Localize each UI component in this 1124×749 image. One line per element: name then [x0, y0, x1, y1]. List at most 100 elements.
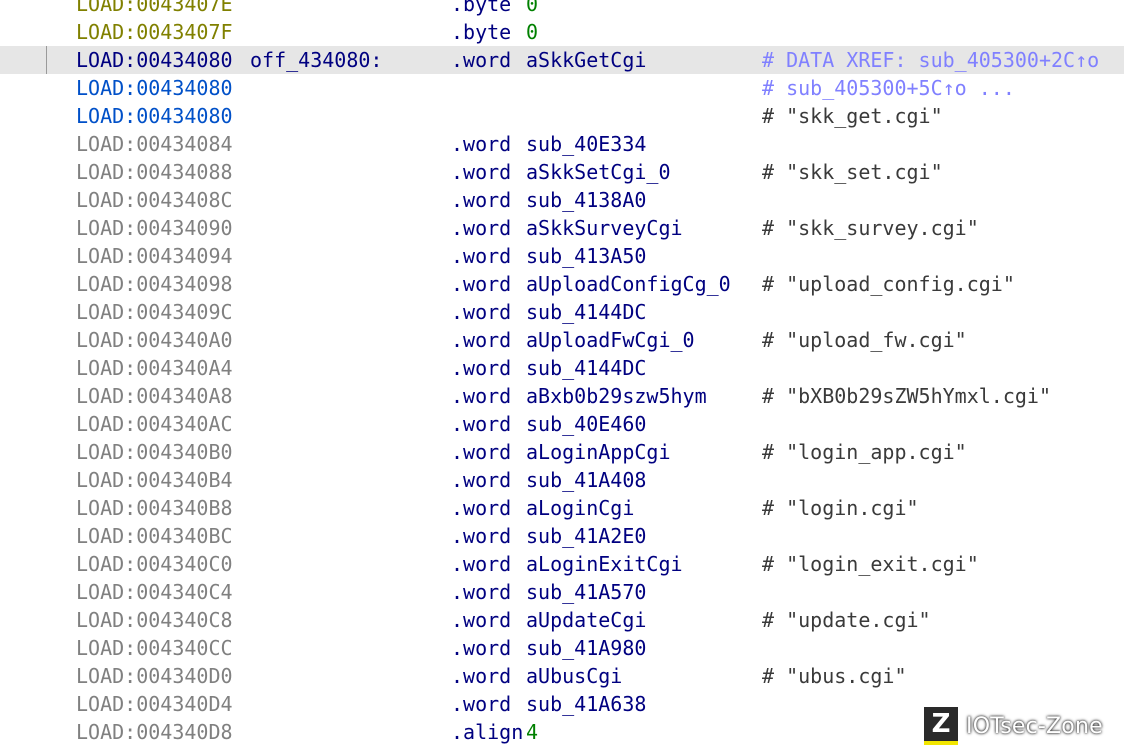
- line-operand[interactable]: aLoginExitCgi: [526, 550, 683, 578]
- listing-line[interactable]: LOAD:00434080 # sub_405300+5C↑o ...: [0, 74, 1124, 102]
- line-mnemonic[interactable]: .word: [451, 298, 511, 326]
- line-operand[interactable]: sub_40E460: [526, 410, 646, 438]
- line-operand[interactable]: 0: [526, 0, 538, 18]
- line-address[interactable]: LOAD:004340D4: [76, 690, 233, 718]
- line-mnemonic[interactable]: .byte: [451, 0, 511, 18]
- line-address[interactable]: LOAD:0043409C: [76, 298, 233, 326]
- line-address[interactable]: LOAD:004340B4: [76, 466, 233, 494]
- line-operand[interactable]: aUbusCgi: [526, 662, 622, 690]
- line-operand[interactable]: 0: [526, 18, 538, 46]
- line-operand[interactable]: aSkkGetCgi: [526, 46, 646, 74]
- listing-line-selected[interactable]: LOAD:00434080 off_434080: .word aSkkGetCgi #…: [0, 46, 1124, 74]
- line-mnemonic[interactable]: .word: [451, 606, 511, 634]
- listing-line[interactable]: LOAD:0043407F .byte 0: [0, 18, 1124, 46]
- line-mnemonic[interactable]: .word: [451, 382, 511, 410]
- listing-line[interactable]: LOAD:0043408C .word sub_4138A0: [0, 186, 1124, 214]
- line-mnemonic[interactable]: .word: [451, 578, 511, 606]
- line-operand[interactable]: sub_4144DC: [526, 298, 646, 326]
- line-operand[interactable]: aUploadFwCgi_0: [526, 326, 695, 354]
- line-operand[interactable]: aUploadConfigCg_0: [526, 270, 731, 298]
- line-address[interactable]: LOAD:00434084: [76, 130, 233, 158]
- line-operand[interactable]: 4: [526, 718, 538, 746]
- line-operand[interactable]: sub_4138A0: [526, 186, 646, 214]
- listing-line[interactable]: LOAD:004340C4 .word sub_41A570: [0, 578, 1124, 606]
- line-address[interactable]: LOAD:004340A0: [76, 326, 233, 354]
- line-operand[interactable]: aSkkSetCgi_0: [526, 158, 671, 186]
- line-address[interactable]: LOAD:0043408C: [76, 186, 233, 214]
- line-address[interactable]: LOAD:00434080: [76, 74, 233, 102]
- line-address[interactable]: LOAD:0043407F: [76, 18, 233, 46]
- line-operand[interactable]: aBxb0b29szw5hym: [526, 382, 707, 410]
- line-mnemonic[interactable]: .word: [451, 494, 511, 522]
- line-address[interactable]: LOAD:004340AC: [76, 410, 233, 438]
- line-operand[interactable]: sub_41A2E0: [526, 522, 646, 550]
- line-address[interactable]: LOAD:00434080: [76, 46, 233, 74]
- line-address[interactable]: LOAD:0043407E: [76, 0, 233, 18]
- line-address[interactable]: LOAD:00434080: [76, 102, 233, 130]
- line-address[interactable]: LOAD:004340D8: [76, 718, 233, 746]
- line-mnemonic[interactable]: .word: [451, 46, 511, 74]
- line-address[interactable]: LOAD:004340C4: [76, 578, 233, 606]
- listing-line[interactable]: LOAD:004340AC .word sub_40E460: [0, 410, 1124, 438]
- listing-line[interactable]: LOAD:00434094 .word sub_413A50: [0, 242, 1124, 270]
- line-address[interactable]: LOAD:00434088: [76, 158, 233, 186]
- line-mnemonic[interactable]: .word: [451, 438, 511, 466]
- line-mnemonic[interactable]: .align: [451, 718, 523, 746]
- line-address[interactable]: LOAD:004340CC: [76, 634, 233, 662]
- line-mnemonic[interactable]: .word: [451, 186, 511, 214]
- listing-line[interactable]: LOAD:00434080 # "skk_get.cgi": [0, 102, 1124, 130]
- line-address[interactable]: LOAD:004340B0: [76, 438, 233, 466]
- line-address[interactable]: LOAD:004340A4: [76, 354, 233, 382]
- line-address[interactable]: LOAD:004340BC: [76, 522, 233, 550]
- listing-line[interactable]: LOAD:00434084 .word sub_40E334: [0, 130, 1124, 158]
- line-operand[interactable]: aLoginCgi: [526, 494, 634, 522]
- listing-line[interactable]: LOAD:004340C8 .word aUpdateCgi # "update.cg…: [0, 606, 1124, 634]
- line-label[interactable]: off_434080:: [250, 46, 382, 74]
- line-operand[interactable]: aUpdateCgi: [526, 606, 646, 634]
- listing-line[interactable]: LOAD:004340A0 .word aUploadFwCgi_0 # "uploa…: [0, 326, 1124, 354]
- line-operand[interactable]: aSkkSurveyCgi: [526, 214, 683, 242]
- listing-line[interactable]: LOAD:00434090 .word aSkkSurveyCgi # "skk_su…: [0, 214, 1124, 242]
- line-mnemonic[interactable]: .word: [451, 130, 511, 158]
- line-operand[interactable]: sub_41A980: [526, 634, 646, 662]
- line-address[interactable]: LOAD:004340B8: [76, 494, 233, 522]
- listing-line[interactable]: LOAD:004340BC .word sub_41A2E0: [0, 522, 1124, 550]
- line-mnemonic[interactable]: .word: [451, 634, 511, 662]
- line-address[interactable]: LOAD:004340A8: [76, 382, 233, 410]
- line-operand[interactable]: sub_41A638: [526, 690, 646, 718]
- line-mnemonic[interactable]: .word: [451, 270, 511, 298]
- line-address[interactable]: LOAD:004340C0: [76, 550, 233, 578]
- listing-line[interactable]: LOAD:004340A8 .word aBxb0b29szw5hym # "bXB0…: [0, 382, 1124, 410]
- line-address[interactable]: LOAD:00434094: [76, 242, 233, 270]
- line-operand[interactable]: sub_40E334: [526, 130, 646, 158]
- disassembly-listing[interactable]: LOAD:0043407E .byte 0 LOAD:0043407F .byte 0 LO…: [0, 0, 1124, 746]
- line-mnemonic[interactable]: .word: [451, 242, 511, 270]
- line-mnemonic[interactable]: .word: [451, 410, 511, 438]
- line-operand[interactable]: sub_41A408: [526, 466, 646, 494]
- line-mnemonic[interactable]: .word: [451, 690, 511, 718]
- line-mnemonic[interactable]: .word: [451, 354, 511, 382]
- line-operand[interactable]: sub_41A570: [526, 578, 646, 606]
- listing-line[interactable]: LOAD:004340B8 .word aLoginCgi # "login.cgi": [0, 494, 1124, 522]
- listing-line[interactable]: LOAD:004340B4 .word sub_41A408: [0, 466, 1124, 494]
- line-address[interactable]: LOAD:004340C8: [76, 606, 233, 634]
- listing-line[interactable]: LOAD:004340B0 .word aLoginAppCgi # "login_a…: [0, 438, 1124, 466]
- listing-line[interactable]: LOAD:00434088 .word aSkkSetCgi_0 # "skk_set…: [0, 158, 1124, 186]
- listing-line[interactable]: LOAD:004340CC .word sub_41A980: [0, 634, 1124, 662]
- line-mnemonic[interactable]: .word: [451, 466, 511, 494]
- line-mnemonic[interactable]: .byte: [451, 18, 511, 46]
- listing-line[interactable]: LOAD:00434098 .word aUploadConfigCg_0 # "up…: [0, 270, 1124, 298]
- line-address[interactable]: LOAD:00434090: [76, 214, 233, 242]
- listing-line[interactable]: LOAD:0043407E .byte 0: [0, 0, 1124, 18]
- line-address[interactable]: LOAD:00434098: [76, 270, 233, 298]
- line-mnemonic[interactable]: .word: [451, 662, 511, 690]
- line-address[interactable]: LOAD:004340D0: [76, 662, 233, 690]
- line-mnemonic[interactable]: .word: [451, 214, 511, 242]
- line-operand[interactable]: aLoginAppCgi: [526, 438, 671, 466]
- listing-line[interactable]: LOAD:004340D0 .word aUbusCgi # "ubus.cgi": [0, 662, 1124, 690]
- line-mnemonic[interactable]: .word: [451, 550, 511, 578]
- line-operand[interactable]: sub_413A50: [526, 242, 646, 270]
- line-mnemonic[interactable]: .word: [451, 158, 511, 186]
- line-operand[interactable]: sub_4144DC: [526, 354, 646, 382]
- listing-line[interactable]: LOAD:0043409C .word sub_4144DC: [0, 298, 1124, 326]
